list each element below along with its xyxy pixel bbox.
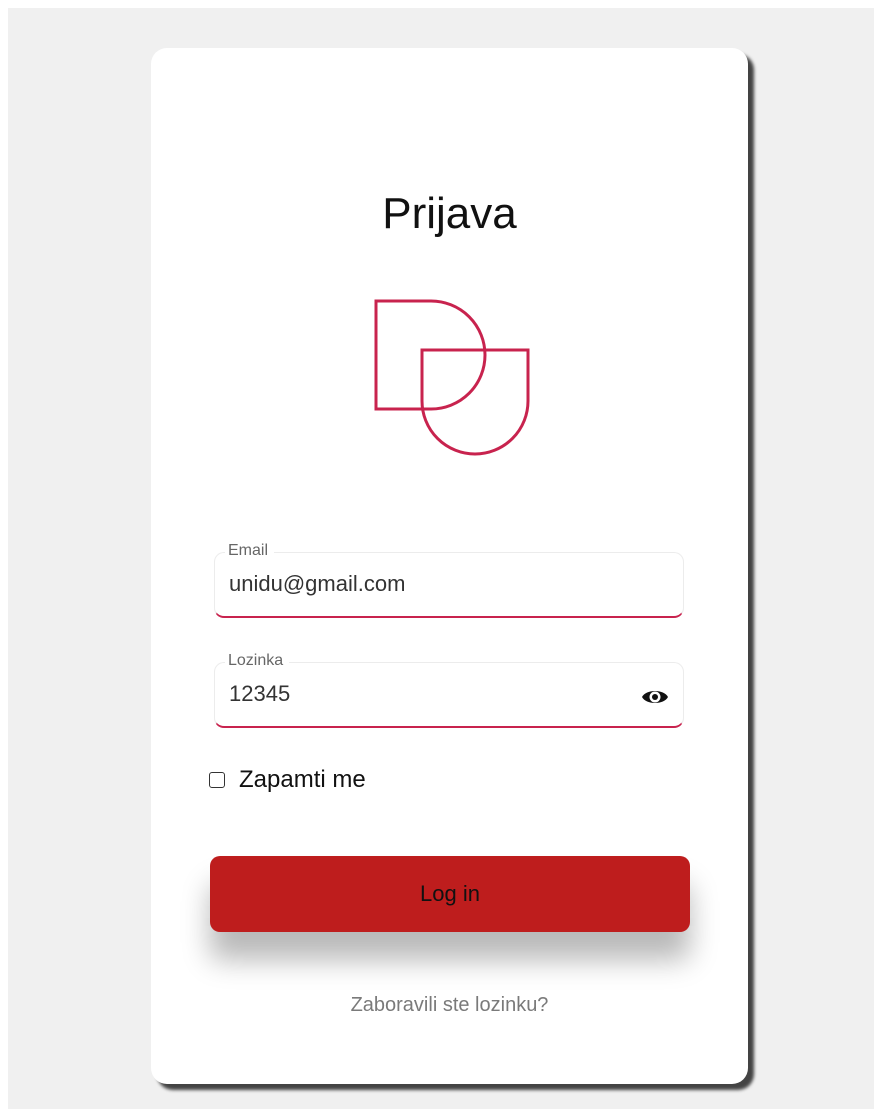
email-input[interactable]: unidu@gmail.com xyxy=(229,571,405,597)
login-card: Prijava Email unidu@gmail.com Lozinka 12… xyxy=(151,48,748,1084)
remember-label[interactable]: Zapamti me xyxy=(239,766,366,794)
password-input[interactable]: 12345 xyxy=(229,681,290,707)
page-title: Prijava xyxy=(382,189,517,238)
eye-icon[interactable] xyxy=(641,685,669,709)
password-field[interactable]: Lozinka 12345 xyxy=(214,651,684,728)
remember-me[interactable]: Zapamti me xyxy=(209,765,366,795)
password-label: Lozinka xyxy=(225,651,290,671)
email-field[interactable]: Email unidu@gmail.com xyxy=(214,541,684,618)
du-logo xyxy=(374,299,530,456)
login-button[interactable]: Log in xyxy=(210,856,690,932)
remember-checkbox[interactable] xyxy=(209,772,225,788)
email-label: Email xyxy=(225,541,275,561)
forgot-password-link[interactable]: Zaboravili ste lozinku? xyxy=(151,994,748,1017)
